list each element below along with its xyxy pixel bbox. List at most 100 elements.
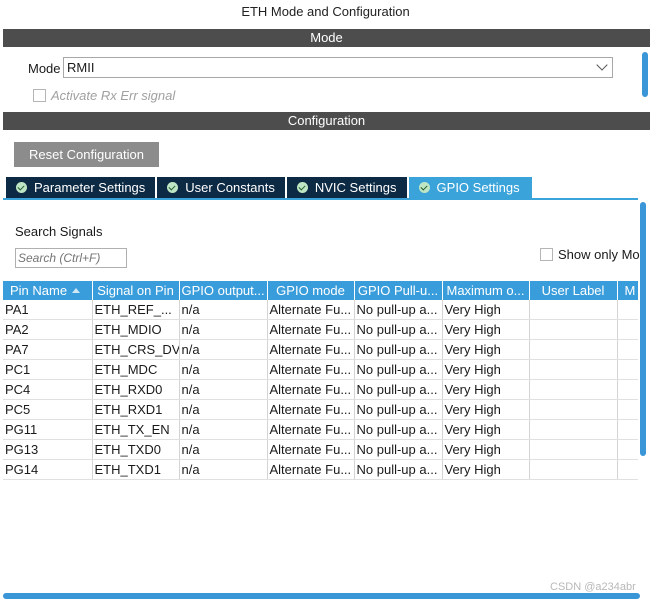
column-header-gpio-pull[interactable]: GPIO Pull-u... — [354, 281, 443, 300]
cell-gpio-pull: No pull-up a... — [354, 319, 443, 340]
cell-gpio-pull: No pull-up a... — [354, 419, 443, 440]
cell-pin-name: PG11 — [3, 419, 93, 440]
column-header-maximum-output-speed[interactable]: Maximum o... — [442, 281, 530, 300]
cell-user-label — [529, 359, 618, 380]
cell-gpio-mode: Alternate Fu... — [267, 359, 355, 380]
cell-gpio-output: n/a — [179, 339, 268, 360]
cell-gpio-output: n/a — [179, 300, 268, 320]
tab-user-constants[interactable]: User Constants — [157, 177, 285, 198]
cell-pin-name: PA2 — [3, 319, 93, 340]
mode-section-header: Mode — [3, 29, 650, 47]
cell-modified — [617, 439, 638, 460]
cell-gpio-pull: No pull-up a... — [354, 399, 443, 420]
cell-pin-name: PC5 — [3, 399, 93, 420]
sort-ascending-icon — [72, 288, 81, 293]
cell-max-speed: Very High — [442, 379, 530, 400]
cell-signal: ETH_TX_EN — [92, 419, 180, 440]
cell-gpio-pull: No pull-up a... — [354, 339, 443, 360]
cell-signal: ETH_RXD1 — [92, 399, 180, 420]
tab-gpio-settings[interactable]: GPIO Settings — [408, 177, 532, 198]
mode-select[interactable]: RMII — [63, 57, 613, 78]
table-row[interactable]: PA2 ETH_MDIO n/a Alternate Fu... No pull… — [3, 319, 638, 340]
cell-gpio-output: n/a — [179, 419, 268, 440]
cell-gpio-pull: No pull-up a... — [354, 459, 443, 480]
cell-pin-name: PG13 — [3, 439, 93, 460]
cell-max-speed: Very High — [442, 300, 530, 320]
column-header-signal-on-pin[interactable]: Signal on Pin — [92, 281, 180, 300]
table-row[interactable]: PG13 ETH_TXD0 n/a Alternate Fu... No pul… — [3, 439, 638, 460]
cell-max-speed: Very High — [442, 419, 530, 440]
cell-gpio-mode: Alternate Fu... — [267, 339, 355, 360]
cell-user-label — [529, 399, 618, 420]
cell-gpio-mode: Alternate Fu... — [267, 319, 355, 340]
cell-gpio-mode: Alternate Fu... — [267, 379, 355, 400]
column-header-gpio-mode[interactable]: GPIO mode — [267, 281, 355, 300]
tab-label: NVIC Settings — [314, 180, 397, 195]
config-tabs: Parameter Settings User Constants NVIC S… — [6, 177, 534, 198]
search-signals-input[interactable] — [15, 248, 127, 268]
table-row[interactable]: PG14 ETH_TXD1 n/a Alternate Fu... No pul… — [3, 459, 638, 480]
cell-user-label — [529, 459, 618, 480]
cell-max-speed: Very High — [442, 359, 530, 380]
table-row[interactable]: PG11 ETH_TX_EN n/a Alternate Fu... No pu… — [3, 419, 638, 440]
cell-signal: ETH_MDC — [92, 359, 180, 380]
cell-user-label — [529, 379, 618, 400]
cell-user-label — [529, 439, 618, 460]
show-only-modified-label: Show only Mo — [558, 247, 640, 262]
activate-rx-err-row: Activate Rx Err signal — [33, 88, 175, 103]
check-circle-icon — [418, 182, 430, 193]
column-header-pin-name[interactable]: Pin Name — [3, 281, 93, 300]
column-header-gpio-output[interactable]: GPIO output... — [179, 281, 268, 300]
cell-gpio-mode: Alternate Fu... — [267, 399, 355, 420]
search-signals-label: Search Signals — [15, 224, 103, 239]
cell-max-speed: Very High — [442, 439, 530, 460]
cell-gpio-output: n/a — [179, 359, 268, 380]
check-circle-icon — [16, 182, 27, 193]
table-row[interactable]: PC4 ETH_RXD0 n/a Alternate Fu... No pull… — [3, 379, 638, 400]
cell-pin-name: PA7 — [3, 339, 93, 360]
show-only-modified-checkbox[interactable] — [540, 248, 553, 261]
watermark: CSDN @a234abr — [550, 581, 636, 593]
table-row[interactable]: PA7 ETH_CRS_DV n/a Alternate Fu... No pu… — [3, 339, 638, 360]
reset-configuration-button[interactable]: Reset Configuration — [14, 142, 159, 167]
cell-gpio-output: n/a — [179, 319, 268, 340]
cell-signal: ETH_REF_... — [92, 300, 180, 320]
cell-modified — [617, 419, 638, 440]
cell-signal: ETH_RXD0 — [92, 379, 180, 400]
chevron-down-icon[interactable] — [596, 59, 608, 71]
column-header-user-label[interactable]: User Label — [529, 281, 618, 300]
column-header-modified[interactable]: M — [617, 281, 638, 300]
tab-parameter-settings[interactable]: Parameter Settings — [6, 177, 156, 198]
cell-gpio-mode: Alternate Fu... — [267, 419, 355, 440]
activate-rx-err-label: Activate Rx Err signal — [51, 88, 176, 103]
tabs-underline — [3, 198, 638, 200]
table-row[interactable]: PA1 ETH_REF_... n/a Alternate Fu... No p… — [3, 300, 638, 320]
cell-pin-name: PG14 — [3, 459, 93, 480]
column-header-label: Pin Name — [10, 283, 68, 298]
table-row[interactable]: PC5 ETH_RXD1 n/a Alternate Fu... No pull… — [3, 399, 638, 420]
cell-gpio-output: n/a — [179, 379, 268, 400]
cell-gpio-mode: Alternate Fu... — [267, 439, 355, 460]
mode-label: Mode — [28, 61, 61, 76]
mode-scrollbar[interactable] — [642, 52, 648, 97]
table-row[interactable]: PC1 ETH_MDC n/a Alternate Fu... No pull-… — [3, 359, 638, 380]
horizontal-scrollbar[interactable] — [3, 593, 640, 599]
cell-pin-name: PC1 — [3, 359, 93, 380]
show-only-modified-row[interactable]: Show only Mo — [540, 247, 640, 262]
cell-max-speed: Very High — [442, 399, 530, 420]
config-vertical-scrollbar[interactable] — [640, 202, 646, 456]
configuration-section-header: Configuration — [3, 112, 650, 130]
cell-gpio-pull: No pull-up a... — [354, 439, 443, 460]
cell-signal: ETH_TXD1 — [92, 459, 180, 480]
cell-user-label — [529, 300, 618, 320]
cell-gpio-pull: No pull-up a... — [354, 359, 443, 380]
tab-label: Parameter Settings — [34, 180, 146, 195]
cell-user-label — [529, 339, 618, 360]
cell-user-label — [529, 419, 618, 440]
cell-user-label — [529, 319, 618, 340]
cell-max-speed: Very High — [442, 319, 530, 340]
cell-signal: ETH_CRS_DV — [92, 339, 180, 360]
tab-nvic-settings[interactable]: NVIC Settings — [286, 177, 407, 198]
cell-modified — [617, 459, 638, 480]
activate-rx-err-checkbox[interactable] — [33, 89, 46, 102]
